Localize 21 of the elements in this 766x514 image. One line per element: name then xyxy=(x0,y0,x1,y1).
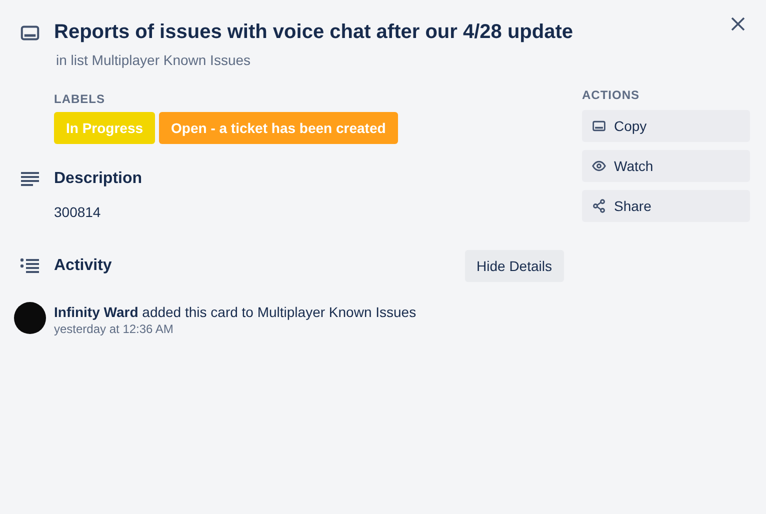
list-name: in list Multiplayer Known Issues xyxy=(56,52,252,68)
activity-time: yesterday at 12:36 AM xyxy=(54,322,174,336)
description-text: 300814 xyxy=(54,204,102,220)
card-icon xyxy=(592,119,606,133)
card-title: Reports of issues with voice chat after our 4/28 update xyxy=(54,20,574,44)
description-heading: Description xyxy=(54,170,144,188)
actions-heading: ACTIONS xyxy=(582,88,640,102)
share-icon xyxy=(592,199,606,213)
eye-icon xyxy=(592,159,606,173)
action-button[interactable]: Share xyxy=(582,190,750,222)
activity-heading: Activity xyxy=(54,257,113,275)
labels-heading: LABELS xyxy=(54,92,106,106)
description-icon xyxy=(20,171,40,187)
card-icon xyxy=(20,23,40,43)
activity-text: Infinity Ward added this card to Multiplayer Known Issues xyxy=(54,303,416,322)
avatar xyxy=(14,302,46,334)
activity-icon xyxy=(20,258,40,274)
action-button[interactable]: Watch xyxy=(582,150,750,182)
close-icon xyxy=(731,17,745,31)
hide-details-button[interactable]: Hide Details xyxy=(464,250,564,282)
action-button[interactable]: Copy xyxy=(582,110,750,142)
